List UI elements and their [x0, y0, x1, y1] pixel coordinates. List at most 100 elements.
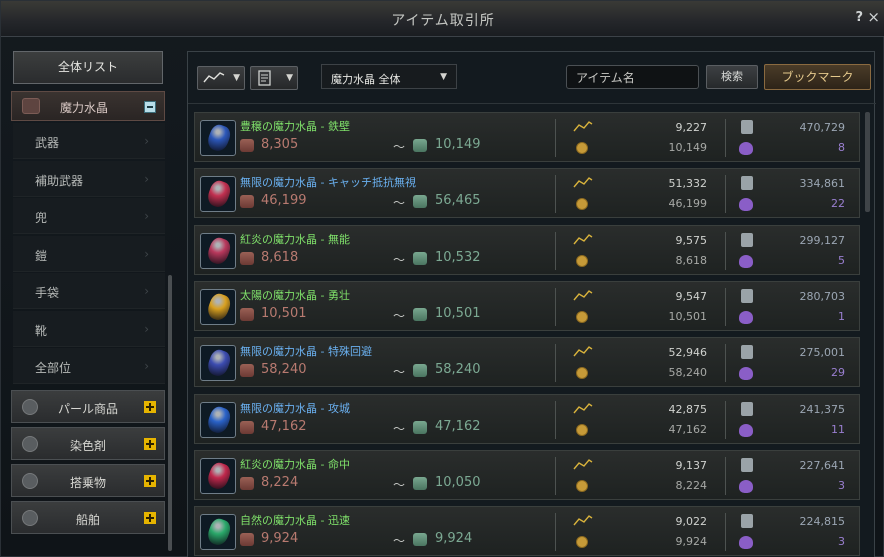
item-row[interactable]: 紅炎の魔力水晶 - 無能 8,618 ～ 10,532 9,575 8,618 …: [194, 224, 860, 275]
item-icon: [200, 232, 236, 269]
all-list-button[interactable]: 全体リスト: [13, 51, 163, 84]
coin-stack-icon: [576, 367, 588, 380]
divider: [725, 513, 726, 552]
category-filter-dropdown[interactable]: 魔力水晶 全体 ▼: [321, 64, 457, 89]
item-row[interactable]: 無限の魔力水晶 - 特殊回避 58,240 ～ 58,240 52,946 58…: [194, 337, 860, 388]
group-label: 船舶: [75, 513, 100, 527]
range-separator: ～: [393, 252, 406, 267]
max-price-icon: [413, 476, 427, 490]
stock-bag-icon: [739, 479, 753, 493]
trend-icon[interactable]: [573, 515, 593, 527]
min-price-icon: [240, 364, 254, 378]
stock-count: 3: [838, 535, 845, 549]
collapse-icon[interactable]: [144, 101, 156, 113]
chevron-down-icon: ▼: [440, 72, 447, 82]
group-label: 搭乗物: [69, 476, 106, 490]
range-separator: ～: [393, 534, 406, 549]
trend-icon[interactable]: [573, 121, 593, 133]
crystal-gem-icon: [205, 178, 233, 210]
item-row[interactable]: 無限の魔力水晶 - キャッチ抵抗無視 46,199 ～ 56,465 51,33…: [194, 168, 860, 219]
sidebar-group-pearl[interactable]: パール商品: [11, 390, 165, 423]
max-price: 58,240: [435, 362, 481, 378]
chart-view-button[interactable]: ▼: [197, 66, 245, 90]
crystal-gem-icon: [205, 291, 233, 323]
min-price: 10,501: [261, 305, 307, 321]
max-price: 56,465: [435, 193, 481, 209]
subitem-label: 手袋: [35, 286, 60, 300]
stock-bag-icon: [739, 142, 753, 155]
range-separator: ～: [393, 308, 406, 323]
sidebar-subitem[interactable]: 兜 ›: [13, 198, 165, 234]
sidebar-subitem[interactable]: 全部位 ›: [13, 348, 165, 384]
coin-stack-icon: [576, 142, 588, 154]
item-row[interactable]: 豊穣の魔力水晶 - 鉄壁 8,305 ～ 10,149 9,227 10,149…: [194, 112, 860, 162]
max-price: 10,050: [435, 474, 481, 490]
divider: [725, 400, 726, 439]
divider: [555, 287, 556, 326]
scroll-icon: [741, 457, 753, 472]
sidebar-scrollbar[interactable]: [168, 275, 172, 551]
range-separator: ～: [393, 140, 406, 154]
sidebar-subitem[interactable]: 補助武器 ›: [13, 160, 165, 197]
item-icon: [200, 176, 236, 213]
sidebar-group-dye[interactable]: 染色剤: [11, 427, 165, 460]
recent-price: 52,946: [668, 346, 708, 360]
search-button[interactable]: 検索: [706, 65, 758, 89]
sidebar-subitem[interactable]: 靴 ›: [13, 310, 165, 347]
chevron-right-icon: ›: [144, 209, 149, 223]
trend-icon[interactable]: [573, 177, 593, 189]
base-price: 47,162: [668, 422, 708, 436]
expand-icon[interactable]: [144, 401, 156, 413]
total-trades: 280,703: [799, 289, 846, 303]
item-name: 無限の魔力水晶 - 特殊回避: [240, 345, 372, 359]
stock-bag-icon: [739, 367, 753, 381]
trend-icon[interactable]: [573, 346, 593, 358]
trend-icon[interactable]: [573, 289, 593, 302]
sidebar-group-ship[interactable]: 船舶: [11, 501, 165, 534]
min-price: 58,240: [261, 362, 307, 378]
item-name: 自然の魔力水晶 - 迅速: [240, 514, 350, 528]
expand-icon[interactable]: [144, 512, 156, 524]
help-icon[interactable]: ?: [855, 10, 863, 25]
coin-stack-icon: [576, 536, 588, 549]
item-name: 紅炎の魔力水晶 - 無能: [240, 232, 350, 246]
title-bar[interactable]: アイテム取引所 ? ×: [1, 1, 884, 37]
sidebar-subitem[interactable]: 手袋 ›: [13, 273, 165, 309]
list-scrollbar[interactable]: [865, 112, 870, 212]
item-name: 無限の魔力水晶 - キャッチ抵抗無視: [240, 176, 416, 190]
chevron-down-icon: ▼: [233, 73, 240, 83]
list-view-button[interactable]: ▼: [250, 66, 298, 90]
item-row[interactable]: 太陽の魔力水晶 - 勇壮 10,501 ～ 10,501 9,547 10,50…: [194, 280, 860, 331]
stock-bag-icon: [739, 254, 753, 268]
item-name: 豊穣の魔力水晶 - 鉄壁: [240, 120, 350, 133]
divider: [725, 175, 726, 214]
divider: [555, 400, 556, 439]
item-name-search-input[interactable]: [566, 65, 699, 89]
stock-bag-icon: [739, 310, 753, 324]
max-price-icon: [413, 251, 427, 265]
close-icon[interactable]: ×: [867, 8, 880, 26]
sidebar-subitem[interactable]: 鎧 ›: [13, 235, 165, 272]
stock-bag-icon: [739, 536, 753, 550]
stock-bag-icon: [739, 198, 753, 212]
trend-icon[interactable]: [573, 458, 593, 471]
recent-price: 9,022: [675, 515, 708, 529]
category-crystal[interactable]: 魔力水晶: [11, 91, 165, 121]
trend-icon[interactable]: [573, 402, 593, 415]
sidebar-subitem[interactable]: 武器 ›: [13, 123, 165, 159]
coin-stack-icon: [576, 423, 588, 436]
crystal-gem-icon: [205, 460, 233, 492]
expand-icon[interactable]: [144, 475, 156, 487]
sidebar-group-mount[interactable]: 搭乗物: [11, 464, 165, 497]
crystal-gem-icon: [205, 403, 233, 436]
divider: [725, 287, 726, 326]
scroll-icon: [741, 288, 753, 303]
bookmark-button[interactable]: ブックマーク: [764, 64, 871, 90]
min-price-icon: [240, 251, 254, 265]
expand-icon[interactable]: [144, 438, 156, 450]
item-row[interactable]: 無限の魔力水晶 - 攻城 47,162 ～ 47,162 42,875 47,1…: [194, 393, 860, 444]
trend-icon[interactable]: [573, 233, 593, 246]
stock-count: 11: [831, 422, 845, 436]
item-row[interactable]: 自然の魔力水晶 - 迅速 9,924 ～ 9,924 9,022 9,924 2…: [194, 506, 860, 557]
item-row[interactable]: 紅炎の魔力水晶 - 命中 8,224 ～ 10,050 9,137 8,224 …: [194, 449, 860, 500]
